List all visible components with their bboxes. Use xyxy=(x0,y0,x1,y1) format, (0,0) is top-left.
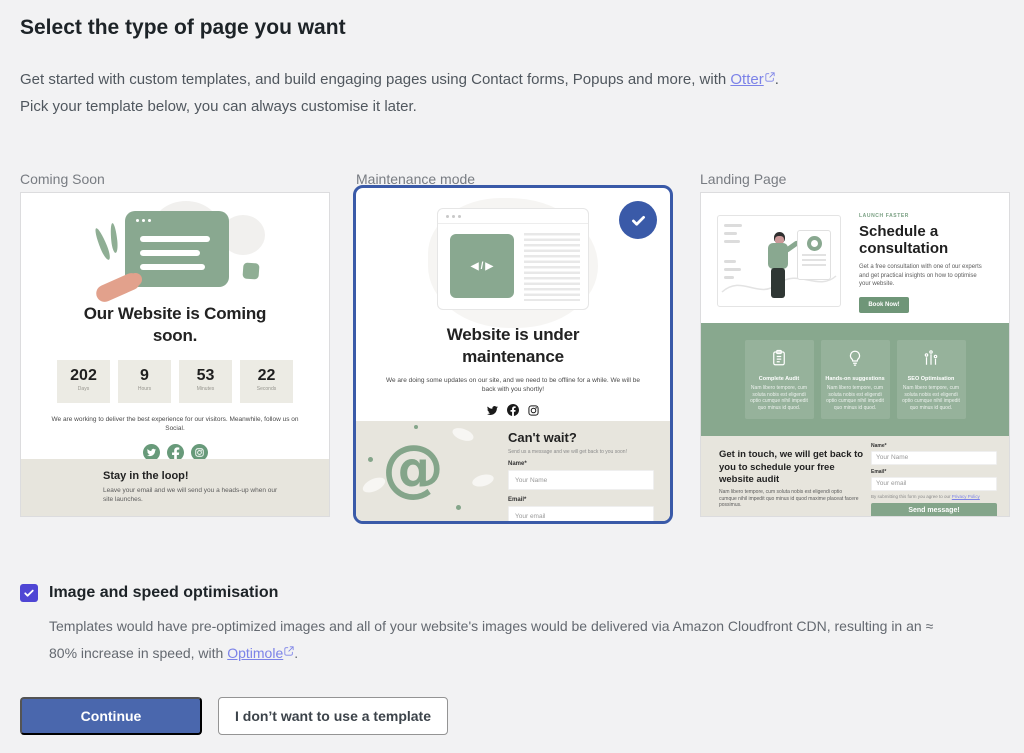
optimole-link[interactable]: Optimole xyxy=(227,645,283,661)
email-label: Email* xyxy=(508,497,654,503)
continue-button[interactable]: Continue xyxy=(20,697,202,735)
landing-heading: Schedule a consultation xyxy=(859,223,974,257)
card-label-coming-soon: Coming Soon xyxy=(20,171,105,187)
send-message-button: Send message! xyxy=(871,503,997,517)
social-icons xyxy=(356,404,670,416)
coming-soon-heading: Our Website is Coming soon. xyxy=(68,303,283,347)
countdown-hours: 9 Hours xyxy=(118,360,171,403)
countdown: 202 Days 9 Hours 53 Minutes 22 Seconds xyxy=(21,360,329,403)
maintenance-body: We are doing some updates on our site, a… xyxy=(386,376,641,394)
countdown-seconds: 22 Seconds xyxy=(240,360,293,403)
optimisation-description: Templates would have pre-optimized image… xyxy=(49,614,934,666)
coming-soon-illustration xyxy=(21,201,329,303)
intro-line2: Pick your template below, you can always… xyxy=(20,98,417,115)
maintenance-heading: Website is under maintenance xyxy=(426,324,601,368)
code-icon: ◀/▶ xyxy=(450,234,514,298)
mini-card-graphic xyxy=(797,230,831,280)
coming-soon-footer: Stay in the loop! Leave your email and w… xyxy=(21,459,329,516)
external-link-icon xyxy=(284,639,294,664)
coming-soon-body: We are working to deliver the best exper… xyxy=(50,415,300,433)
email-field xyxy=(871,477,997,491)
facebook-icon xyxy=(507,404,519,416)
maintenance-footer: @ Can't wait? Send us a message and we w… xyxy=(356,421,670,521)
card-label-landing-page: Landing Page xyxy=(700,171,786,187)
donut-chart-icon xyxy=(807,236,822,251)
footer-heading: Stay in the loop! xyxy=(103,470,329,482)
hero-eyebrow: LAUNCH FASTER xyxy=(859,213,999,219)
template-card-coming-soon[interactable]: Our Website is Coming soon. 202 Days 9 H… xyxy=(20,192,330,517)
countdown-days: 202 Days xyxy=(57,360,110,403)
template-card-maintenance[interactable]: ◀/▶ Website is under maintenance We are … xyxy=(353,185,673,524)
feature-hands-on-suggestions: Hands-on suggestions Nam libero tempore,… xyxy=(821,340,890,419)
email-label: Email* xyxy=(871,469,997,475)
privacy-policy-link: Privacy Policy xyxy=(952,494,980,499)
landing-body: Get a free consultation with one of our … xyxy=(859,263,989,289)
clipboard-icon xyxy=(770,349,788,367)
page-title: Select the type of page you want xyxy=(20,16,346,40)
landing-contact-section: Get in touch, we will get back to you to… xyxy=(701,436,1009,516)
name-field xyxy=(508,470,654,490)
name-label: Name* xyxy=(871,443,997,449)
book-now-button: Book Now! xyxy=(859,297,909,313)
twitter-icon xyxy=(487,405,498,416)
lightbulb-icon xyxy=(846,349,864,367)
selected-check-icon xyxy=(619,201,657,239)
otter-link[interactable]: Otter xyxy=(730,71,763,88)
optimisation-label: Image and speed optimisation xyxy=(49,584,278,602)
instagram-icon xyxy=(528,405,539,416)
intro-before: Get started with custom templates, and b… xyxy=(20,71,730,88)
skip-template-button[interactable]: I don’t want to use a template xyxy=(218,697,448,735)
template-selection-page: Select the type of page you want Get sta… xyxy=(0,0,1024,753)
intro-text: Get started with custom templates, and b… xyxy=(20,64,970,120)
feature-seo-optimisation: SEO Optimisation Nam libero tempore, cum… xyxy=(897,340,966,419)
feature-complete-audit: Complete Audit Nam libero tempore, cum s… xyxy=(745,340,814,419)
features-section: Complete Audit Nam libero tempore, cum s… xyxy=(701,323,1009,436)
countdown-minutes: 53 Minutes xyxy=(179,360,232,403)
form-subtext: Send us a message and we will get back t… xyxy=(508,449,654,455)
consent-text: By submitting this form you agree to our… xyxy=(871,494,997,499)
footer-body: Leave your email and we will send you a … xyxy=(103,486,288,504)
presenter-illustration xyxy=(717,215,841,307)
form-heading: Can't wait? xyxy=(508,430,654,445)
optimisation-checkbox[interactable] xyxy=(20,584,38,602)
name-field xyxy=(871,451,997,465)
external-link-icon xyxy=(765,64,775,91)
intro-after: . xyxy=(775,71,779,88)
template-card-landing-page[interactable]: LAUNCH FASTER Schedule a consultation Ge… xyxy=(700,192,1010,517)
at-sign-graphic: @ xyxy=(382,431,444,504)
browser-window-graphic: ◀/▶ xyxy=(437,208,589,310)
maintenance-contact-form: Can't wait? Send us a message and we wil… xyxy=(508,430,654,524)
name-label: Name* xyxy=(508,461,654,467)
bar-chart-icon xyxy=(922,349,940,367)
check-icon xyxy=(23,587,35,599)
landing-contact-form: Name* Email* By submitting this form you… xyxy=(871,443,997,517)
contact-heading: Get in touch, we will get back to you to… xyxy=(719,449,864,487)
email-field xyxy=(508,506,654,524)
contact-body: Nam libero tempore, cum soluta nobis est… xyxy=(719,489,859,509)
